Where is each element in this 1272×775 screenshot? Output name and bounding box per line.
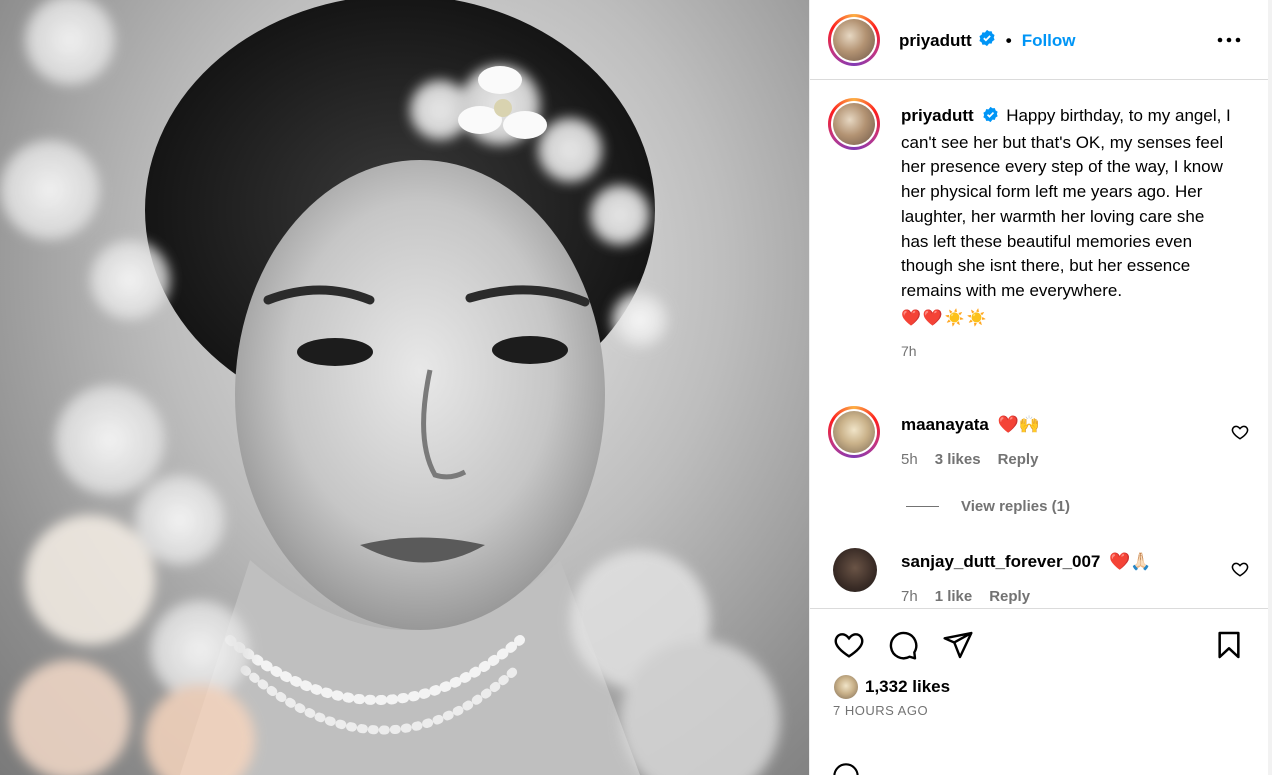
comment-avatar[interactable] [833, 548, 877, 592]
view-replies-label: View replies (1) [961, 498, 1070, 515]
comment-likes[interactable]: 1 like [935, 588, 973, 605]
likes-count[interactable]: 1,332 likes [865, 677, 950, 697]
caption-text: Happy birthday, to my angel, I can't see… [901, 106, 1231, 300]
replies-divider [906, 506, 939, 507]
liked-by-avatar[interactable] [832, 673, 860, 701]
comment-icon[interactable] [886, 629, 920, 666]
verified-badge-icon [982, 106, 999, 131]
comment-time[interactable]: 5h [901, 451, 918, 468]
separator-dot: • [1005, 30, 1012, 50]
author-avatar[interactable] [828, 14, 880, 66]
post-image[interactable] [0, 0, 809, 775]
comment: sanjay_dutt_forever_007 ❤️🙏🏻 [901, 552, 1151, 572]
comment-text: ❤️🙏🏻 [1109, 552, 1152, 571]
caption-emojis: ❤️❤️☀️☀️ [901, 309, 989, 327]
verified-badge-icon [978, 29, 996, 52]
follow-button[interactable]: Follow [1022, 31, 1076, 51]
author-username[interactable]: priyadutt [899, 31, 972, 51]
reply-button[interactable]: Reply [989, 588, 1030, 605]
caption-avatar[interactable] [828, 98, 880, 150]
comment-avatar[interactable] [828, 406, 880, 458]
portrait-illustration [0, 0, 780, 775]
post-header: priyadutt • Follow [810, 0, 1269, 80]
more-options-icon[interactable] [1216, 30, 1242, 55]
comment-meta: 5h 3 likes Reply [901, 451, 1038, 468]
emoji-icon[interactable] [832, 762, 860, 775]
caption-username[interactable]: priyadutt [901, 106, 974, 125]
comment-like-icon[interactable] [1231, 423, 1249, 441]
comment-like-icon[interactable] [1231, 560, 1249, 578]
comment: maanayata ❤️🙌 [901, 415, 1040, 435]
post-sidebar: priyadutt • Follow priyadutt Happy birth… [809, 0, 1269, 775]
reply-button[interactable]: Reply [998, 451, 1039, 468]
share-icon[interactable] [941, 629, 975, 666]
comment-username[interactable]: maanayata [901, 415, 989, 434]
caption-timestamp[interactable]: 7h [901, 339, 1236, 364]
post-timestamp[interactable]: 7 HOURS AGO [833, 703, 928, 718]
comment-time[interactable]: 7h [901, 588, 918, 605]
comment-text: ❤️🙌 [997, 415, 1040, 434]
save-icon[interactable] [1213, 629, 1245, 666]
comment-likes[interactable]: 3 likes [935, 451, 981, 468]
comment-meta: 7h 1 like Reply [901, 588, 1030, 605]
scrollbar-track[interactable] [1268, 0, 1272, 775]
view-replies-button[interactable]: View replies (1) [906, 498, 1070, 515]
comment-username[interactable]: sanjay_dutt_forever_007 [901, 552, 1100, 571]
like-icon[interactable] [832, 629, 866, 666]
post-caption: priyadutt Happy birthday, to my angel, I… [901, 104, 1236, 364]
